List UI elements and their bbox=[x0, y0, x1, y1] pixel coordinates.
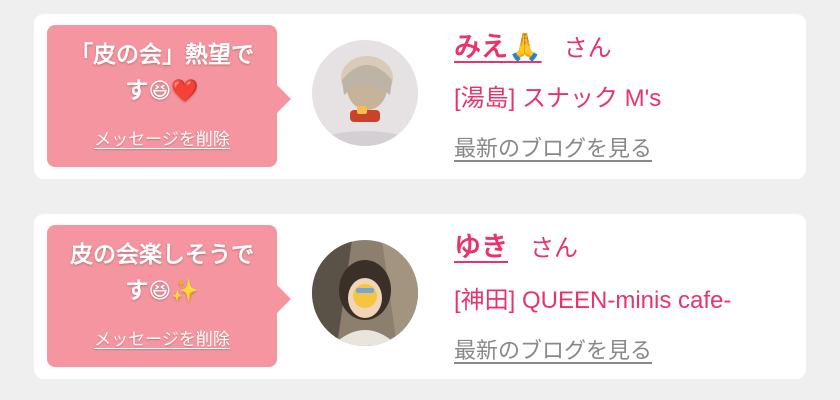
latest-blog-link[interactable]: 最新のブログを見る bbox=[454, 333, 652, 365]
name-row: みえ🙏 さん bbox=[454, 28, 786, 68]
honorific: さん bbox=[563, 34, 612, 62]
delete-message-link[interactable]: メッセージを削除 bbox=[47, 125, 277, 150]
profile-name: みえ bbox=[454, 32, 508, 63]
message-text: 皮の会楽しそうで す😆✨ bbox=[57, 237, 267, 310]
avatar[interactable] bbox=[312, 40, 418, 146]
profile-info: みえ🙏 さん [湯島] スナック M's 最新のブログを見る bbox=[454, 28, 786, 163]
name-row: ゆき さん bbox=[454, 228, 786, 268]
message-bubble: 皮の会楽しそうで す😆✨ メッセージを削除 bbox=[47, 225, 291, 367]
hands-emoji-icon: 🙏 bbox=[508, 32, 542, 63]
latest-blog-link[interactable]: 最新のブログを見る bbox=[454, 131, 652, 163]
message-card: 皮の会楽しそうで す😆✨ メッセージを削除 ゆき さん [神田] QUEEN-mi… bbox=[34, 214, 806, 379]
message-line: 皮の会楽しそうで bbox=[70, 242, 254, 268]
message-line: 「皮の会」熱望で bbox=[70, 42, 254, 68]
message-line: す bbox=[125, 78, 149, 104]
profile-name-link[interactable]: みえ🙏 bbox=[454, 32, 542, 63]
avatar[interactable] bbox=[312, 240, 418, 346]
message-card: 「皮の会」熱望で す😆❤️ メッセージを削除 みえ🙏 さん [湯島] スナック M… bbox=[34, 14, 806, 179]
message-bubble: 「皮の会」熱望で す😆❤️ メッセージを削除 bbox=[47, 25, 291, 167]
profile-name: ゆき bbox=[454, 232, 508, 263]
message-text: 「皮の会」熱望で す😆❤️ bbox=[57, 37, 267, 110]
honorific: さん bbox=[530, 234, 578, 262]
profile-info: ゆき さん [神田] QUEEN-minis cafe- 最新のブログを見る bbox=[454, 228, 786, 365]
delete-message-link[interactable]: メッセージを削除 bbox=[47, 325, 277, 350]
shop-label: [湯島] スナック M's bbox=[454, 85, 662, 112]
emoji-icon: 😆✨ bbox=[148, 279, 199, 304]
profile-name-link[interactable]: ゆき bbox=[454, 232, 508, 263]
emoji-icon: 😆❤️ bbox=[148, 79, 199, 104]
message-line: す bbox=[125, 278, 149, 304]
shop-label: [神田] QUEEN-minis cafe- bbox=[454, 287, 732, 314]
